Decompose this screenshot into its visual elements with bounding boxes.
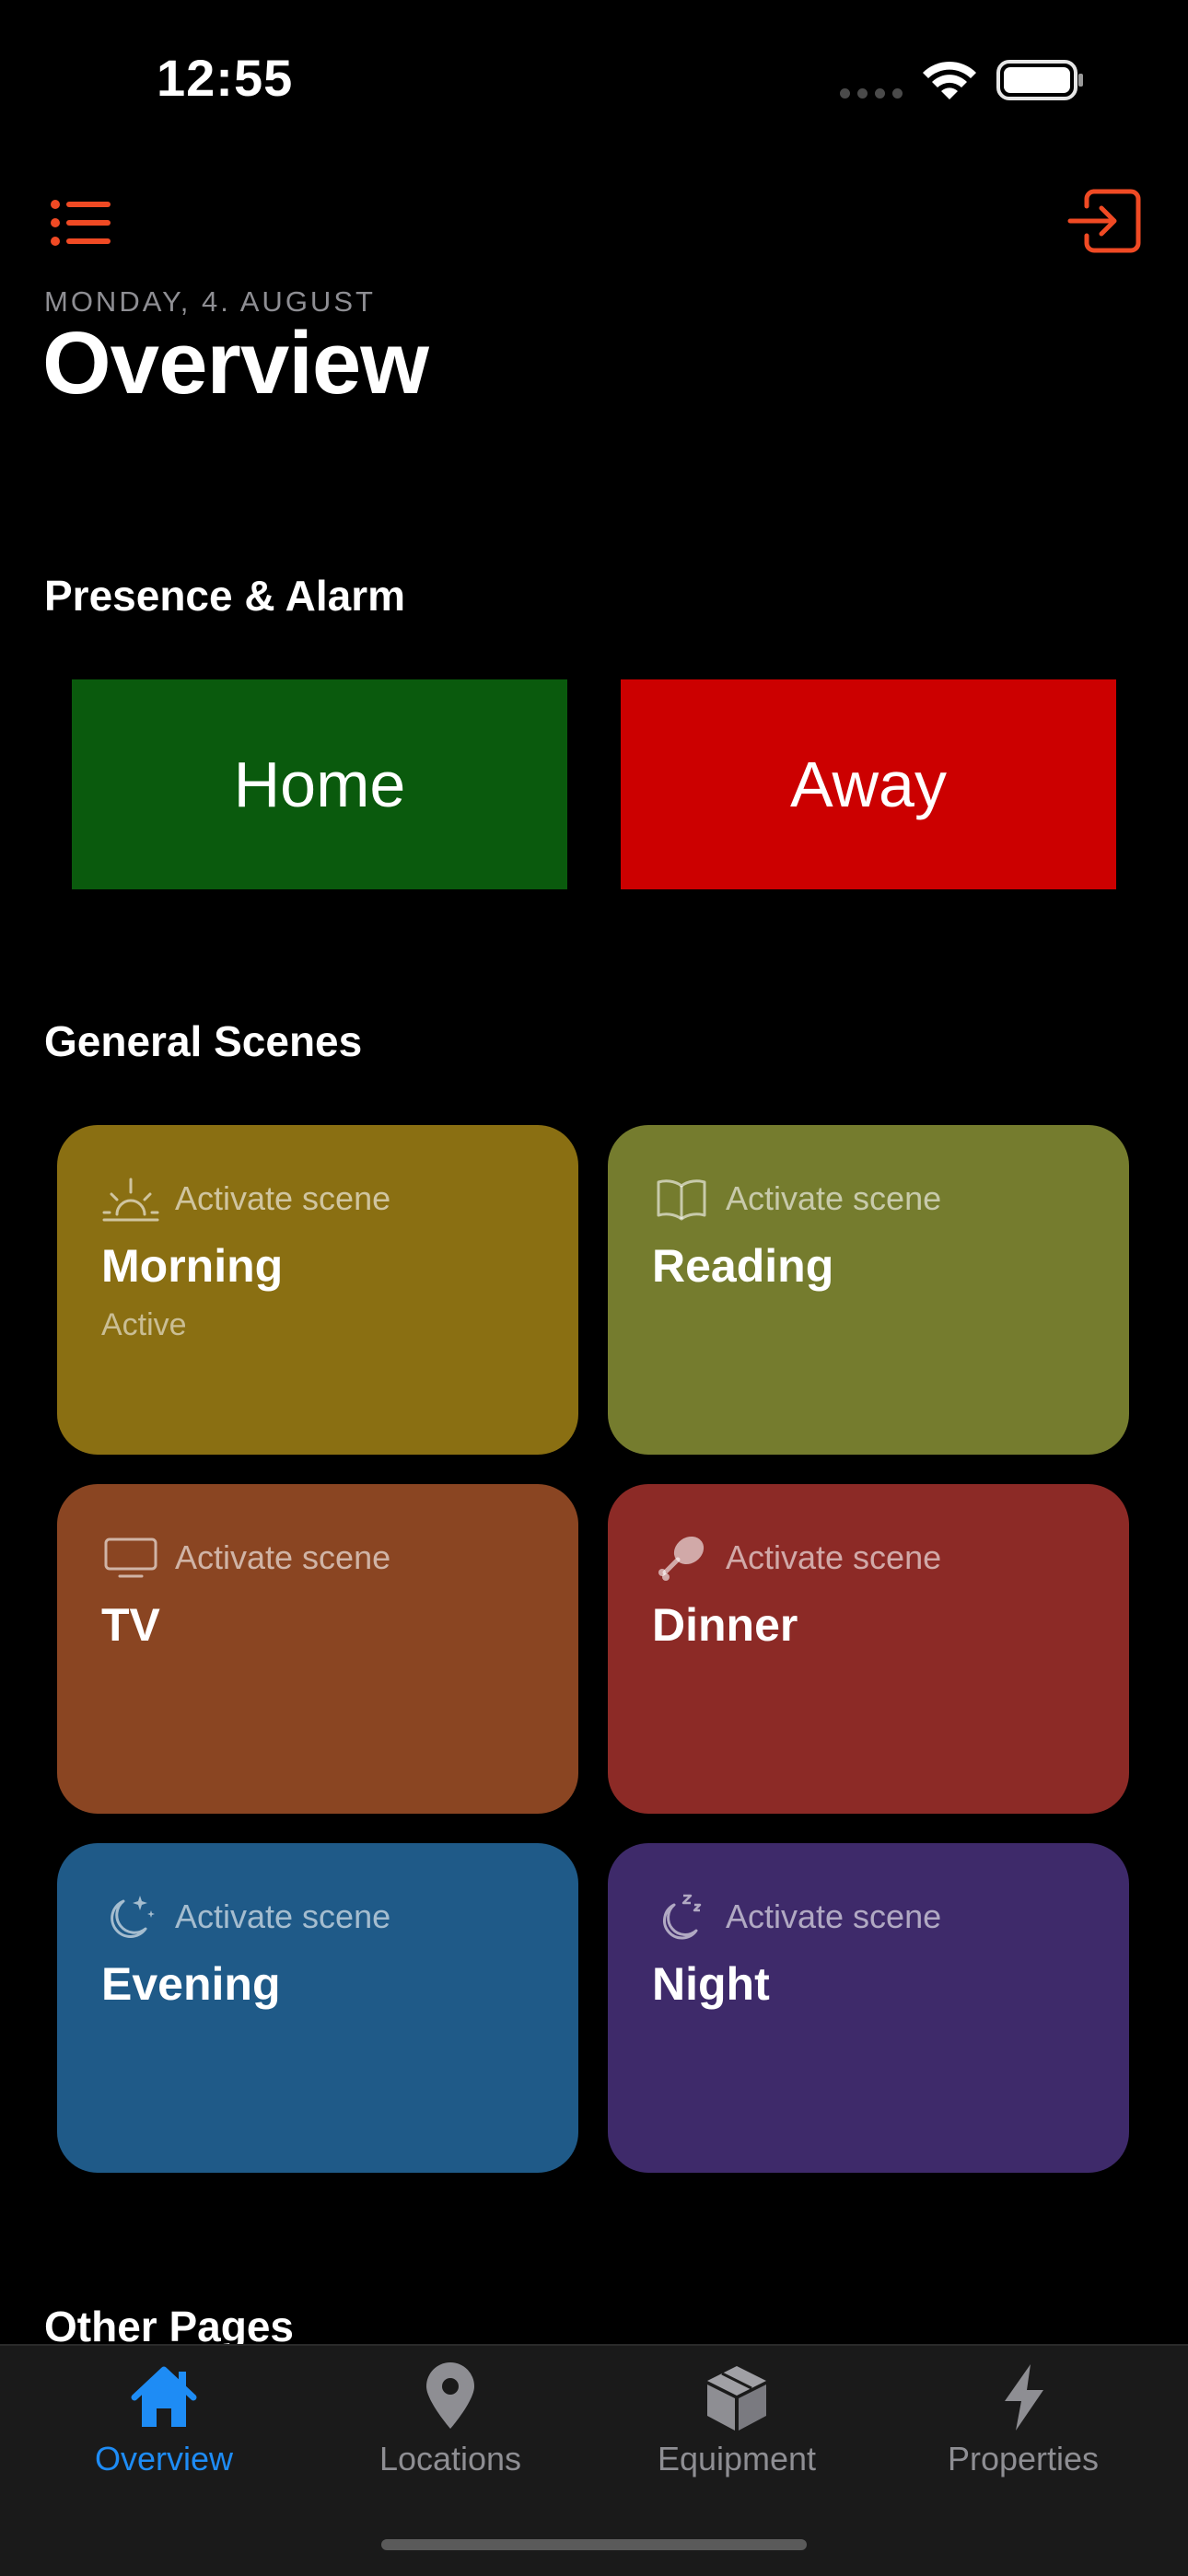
- sunrise-icon: [101, 1172, 160, 1225]
- tab-equipment[interactable]: Equipment: [626, 2361, 847, 2478]
- scene-tile-dinner[interactable]: Activate scene Dinner: [608, 1484, 1129, 1814]
- away-button[interactable]: Away: [621, 679, 1116, 889]
- scene-action-label: Activate scene: [175, 1538, 391, 1576]
- bolt-icon: [1005, 2364, 1043, 2431]
- moon-zzz-icon: [652, 1890, 711, 1944]
- home-indicator[interactable]: [381, 2539, 807, 2550]
- wifi-icon: [923, 61, 976, 99]
- tab-overview[interactable]: Overview: [53, 2361, 274, 2478]
- scene-name: Night: [652, 1958, 770, 2010]
- tv-icon: [101, 1531, 160, 1584]
- scene-action-label: Activate scene: [726, 1538, 942, 1576]
- moon-stars-icon: [101, 1890, 160, 1944]
- logout-icon[interactable]: [1066, 188, 1142, 254]
- house-icon: [131, 2366, 197, 2427]
- tab-label: Properties: [947, 2440, 1100, 2477]
- scene-name: TV: [101, 1599, 160, 1651]
- scene-action-label: Activate scene: [175, 1179, 391, 1217]
- tab-label: Equipment: [657, 2440, 817, 2477]
- scene-action-label: Activate scene: [175, 1897, 391, 1935]
- scene-tile-evening[interactable]: Activate scene Evening: [57, 1843, 578, 2173]
- status-time: 12:55: [157, 49, 294, 107]
- scene-tile-night[interactable]: Activate scene Night: [608, 1843, 1129, 2173]
- map-pin-icon: [426, 2362, 474, 2429]
- scene-tile-tv[interactable]: Activate scene TV: [57, 1484, 578, 1814]
- drumstick-icon: [652, 1531, 711, 1584]
- list-icon[interactable]: [48, 195, 114, 250]
- scene-action-label: Activate scene: [726, 1897, 942, 1935]
- scene-tile-morning[interactable]: Activate scene Morning Active: [57, 1125, 578, 1455]
- scene-name: Evening: [101, 1958, 281, 2010]
- cellular-signal-icon: [840, 88, 904, 99]
- cube-icon: [707, 2366, 766, 2431]
- tab-label: Overview: [94, 2440, 234, 2477]
- scene-state: Active: [101, 1307, 187, 1342]
- home-button[interactable]: Home: [72, 679, 567, 889]
- page-title: Overview: [42, 314, 429, 412]
- scene-name: Dinner: [652, 1599, 798, 1651]
- tab-label: Locations: [379, 2440, 522, 2477]
- scene-name: Reading: [652, 1240, 834, 1292]
- tab-properties[interactable]: Properties: [913, 2361, 1134, 2478]
- book-icon: [652, 1172, 711, 1225]
- tab-locations[interactable]: Locations: [340, 2361, 561, 2478]
- scene-name: Morning: [101, 1240, 284, 1292]
- scene-tile-reading[interactable]: Activate scene Reading: [608, 1125, 1129, 1455]
- scene-action-label: Activate scene: [726, 1179, 942, 1217]
- scenes-heading: General Scenes: [44, 1017, 363, 1065]
- presence-heading: Presence & Alarm: [44, 572, 406, 620]
- battery-icon: [996, 60, 1083, 100]
